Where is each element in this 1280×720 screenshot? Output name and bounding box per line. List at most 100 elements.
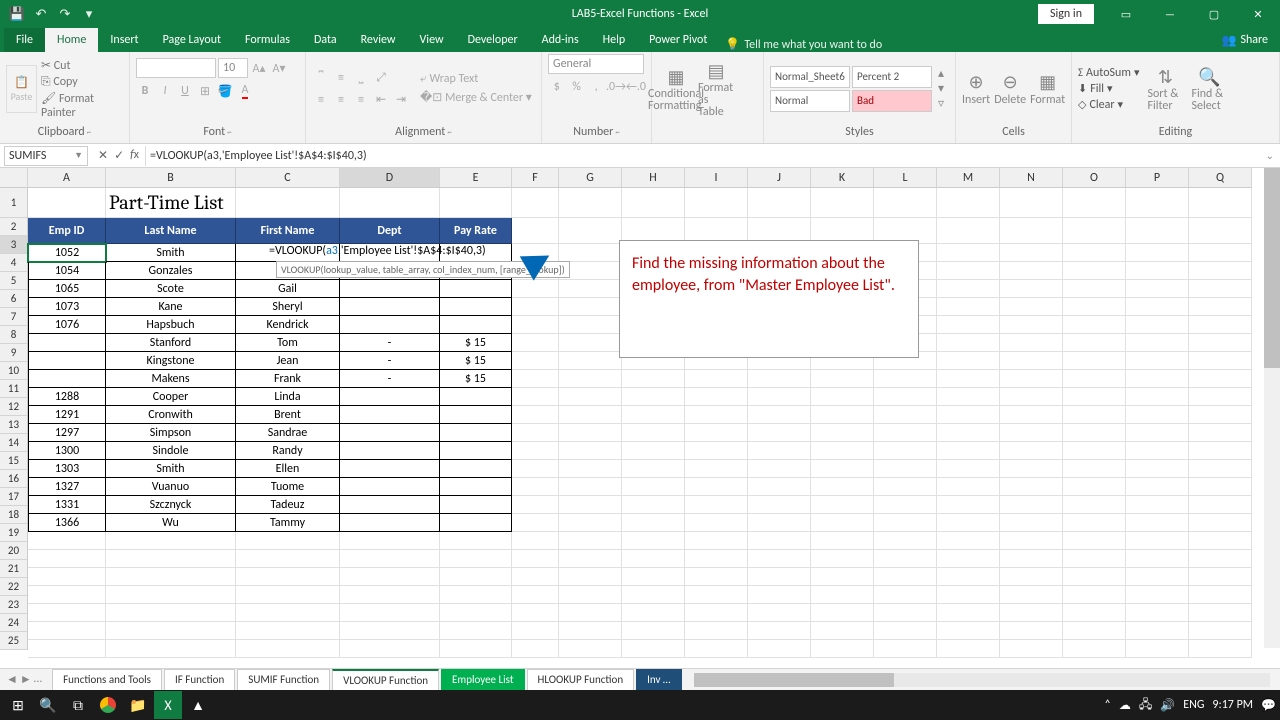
cancel-formula-icon[interactable]: ✕ [98,148,108,163]
excel-taskbar-icon[interactable]: X [154,691,182,719]
cut-button[interactable]: ✂ Cut [41,58,123,73]
style-normal-sheet6[interactable]: Normal_Sheet6 [770,66,850,88]
tab-review[interactable]: Review [349,28,408,52]
expand-formula-bar-icon[interactable]: ⌄ [1260,149,1280,162]
insert-cells-button[interactable]: ⊕Insert [962,71,990,107]
sheet-tab[interactable]: Functions and Tools [52,669,162,690]
sheet-tab[interactable]: Inv … [636,669,681,690]
fill-button[interactable]: ⬇ Fill ▾ [1078,82,1139,96]
wrap-text-button[interactable]: ⤶ Wrap Text [420,72,532,86]
sheet-tab[interactable]: HLOOKUP Function [527,669,635,690]
decrease-font-icon[interactable]: A▾ [270,59,288,77]
copy-button[interactable]: ⎘ Copy [41,75,123,89]
select-all-triangle[interactable] [0,168,28,188]
vlc-icon[interactable]: ▲ [184,691,212,719]
align-middle-icon[interactable]: ≡ [332,69,350,87]
tab-insert[interactable]: Insert [98,28,150,52]
tab-data[interactable]: Data [302,28,349,52]
autosave-icon[interactable]: 💾 [6,3,28,25]
accounting-icon[interactable]: $ [548,78,566,96]
decrease-decimal-icon[interactable]: ←.0 [627,78,645,96]
sign-in-button[interactable]: Sign in [1038,4,1094,24]
orientation-icon[interactable]: ⤢ [372,69,390,87]
sheet-tab[interactable]: IF Function [164,669,235,690]
bold-icon[interactable]: B [136,82,154,100]
style-percent-2[interactable]: Percent 2 [852,66,932,88]
fx-icon[interactable]: fx [130,148,139,163]
styles-down-icon[interactable]: ▾ [938,81,944,96]
qat-customize-icon[interactable]: ▾ [78,3,100,25]
style-bad[interactable]: Bad [852,90,932,112]
tell-me[interactable]: 💡Tell me what you want to do [725,37,882,52]
formula-input[interactable]: =VLOOKUP(a3,'Employee List'!$A$4:$I$40,3… [145,146,1260,166]
increase-font-icon[interactable]: A▴ [250,59,268,77]
fill-color-icon[interactable]: 🪣 [216,82,234,100]
tab-home[interactable]: Home [45,28,98,52]
system-tray[interactable]: ˄ ☁ 🖧 🔊 ENG 9:17 PM 💬 [1104,695,1276,716]
format-as-table-button[interactable]: ▤Format as Table [698,60,734,118]
align-top-icon[interactable]: ⎴ [312,69,330,87]
task-view-icon[interactable]: ⧉ [64,691,92,719]
merge-center-button[interactable]: �⊡ Merge & Center ▾ [420,90,532,105]
format-cells-button[interactable]: ▦Format [1030,71,1065,107]
font-name-input[interactable] [136,58,216,78]
clipboard-launcher-icon[interactable]: ⌐ [87,127,91,138]
comma-icon[interactable]: , [587,78,605,96]
clock[interactable]: 9:17 PM [1212,698,1253,712]
tab-powerpivot[interactable]: Power Pivot [637,28,719,52]
styles-up-icon[interactable]: ▴ [938,66,944,81]
align-left-icon[interactable]: ≡ [312,91,330,109]
delete-cells-button[interactable]: ⊖Delete [994,71,1026,107]
maximize-icon[interactable]: ▢ [1192,0,1236,28]
minimize-icon[interactable]: — [1148,0,1192,28]
search-icon[interactable]: 🔍 [34,691,62,719]
cell-edit-overlay[interactable]: =VLOOKUP(a3,'Employee List'!$A$4:$I$40,3… [269,244,486,258]
align-right-icon[interactable]: ≡ [352,91,370,109]
language-indicator[interactable]: ENG [1183,698,1204,712]
sheet-tab[interactable]: VLOOKUP Function [332,669,439,690]
tab-addins[interactable]: Add-ins [530,28,591,52]
explorer-icon[interactable]: 📁 [124,691,152,719]
enter-formula-icon[interactable]: ✓ [114,148,124,163]
network-icon[interactable]: 🖧 [1139,695,1152,716]
name-box[interactable]: SUMIFS▼ [4,146,88,166]
alignment-launcher-icon[interactable]: ⌐ [447,127,451,138]
font-launcher-icon[interactable]: ⌐ [227,127,231,138]
sort-filter-button[interactable]: ⇅Sort & Filter [1147,66,1183,112]
style-normal[interactable]: Normal [770,90,850,112]
find-select-button[interactable]: 🔍Find & Select [1191,66,1227,112]
share-button[interactable]: 👥Share [1209,29,1280,52]
sheet-nav-next-icon[interactable]: ► [20,672,32,687]
conditional-formatting-button[interactable]: ▦Conditional Formatting [658,66,694,112]
close-icon[interactable]: ✕ [1236,0,1280,28]
percent-icon[interactable]: % [568,78,586,96]
tab-developer[interactable]: Developer [456,28,530,52]
tab-formulas[interactable]: Formulas [233,28,302,52]
tab-file[interactable]: File [4,28,45,52]
tab-help[interactable]: Help [591,28,638,52]
paste-button[interactable]: 📋Paste [6,65,37,113]
italic-icon[interactable]: I [156,82,174,100]
horizontal-scrollbar[interactable] [694,673,1270,687]
volume-icon[interactable]: 🔊 [1160,698,1175,713]
number-format-select[interactable]: General [548,54,644,74]
styles-more-icon[interactable]: ▿ [938,96,944,111]
increase-decimal-icon[interactable]: .0→ [607,78,625,96]
start-icon[interactable]: ⊞ [4,691,32,719]
sheet-tab[interactable]: SUMIF Function [237,669,330,690]
indent-decrease-icon[interactable]: ⇤ [372,91,390,109]
vertical-scrollbar[interactable] [1264,168,1280,648]
font-color-icon[interactable]: A [236,82,254,100]
notifications-icon[interactable]: 💬 [1261,698,1276,713]
row-headers[interactable]: 1234567891011121314151617181920212223242… [0,188,28,668]
underline-icon[interactable]: U [176,82,194,100]
redo-icon[interactable]: ↷ [54,3,76,25]
column-headers[interactable]: ABCDEFGHIJKLMNOPQ [28,168,1252,188]
font-size-input[interactable]: 10 [218,58,248,78]
tray-up-icon[interactable]: ˄ [1104,698,1110,712]
clear-button[interactable]: ◇ Clear ▾ [1078,98,1139,112]
format-painter-button[interactable]: 🖌 Format Painter [41,91,123,120]
undo-icon[interactable]: ↶ [30,3,52,25]
sheet-nav-prev-icon[interactable]: ◄ [6,672,18,687]
align-bottom-icon[interactable]: ⎵ [352,69,370,87]
